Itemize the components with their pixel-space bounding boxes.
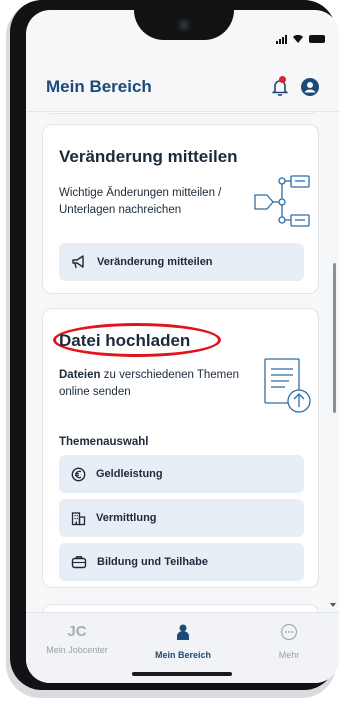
topic-button-vermittlung[interactable]: Vermittlung	[59, 499, 304, 537]
briefcase-icon	[71, 556, 87, 569]
button-label: Geldleistung	[96, 468, 163, 480]
topic-button-bildung-teilhabe[interactable]: Bildung und Teilhabe	[59, 543, 304, 581]
card-title: Veränderung mitteilen	[59, 147, 238, 166]
notification-dot	[279, 75, 286, 83]
previous-card	[42, 112, 319, 114]
euro-icon	[71, 467, 86, 481]
next-card	[42, 604, 319, 612]
card-change-notification: Veränderung mitteilen Wichtige Änderunge…	[42, 124, 319, 294]
button-label: Bildung und Teilhabe	[97, 556, 209, 568]
wifi-icon	[293, 34, 303, 43]
nav-item-mein-bereich[interactable]: Mein Bereich	[138, 623, 228, 660]
nav-label: Mehr	[278, 650, 300, 660]
device-frame: Mein Bereich Veränderung mitteilen Wicht…	[10, 0, 339, 690]
card-file-upload: Datei hochladen Dateien zu verschiedenen…	[42, 308, 319, 588]
nav-item-mein-jobcenter[interactable]: JC Mein Jobcenter	[32, 623, 122, 655]
notch	[134, 10, 234, 40]
topic-section-label: Themenauswahl	[59, 436, 149, 448]
main-content[interactable]: Veränderung mitteilen Wichtige Änderunge…	[26, 112, 339, 612]
topic-button-geldleistung[interactable]: Geldleistung	[59, 455, 304, 493]
jc-logo-icon: JC	[67, 623, 87, 640]
profile-icon[interactable]	[301, 77, 319, 96]
page-title: Mein Bereich	[46, 76, 152, 96]
notification-bell-icon[interactable]	[271, 75, 289, 96]
more-icon	[280, 623, 298, 641]
card-description: Dateien zu verschiedenen Themen online s…	[59, 369, 240, 398]
person-icon	[177, 624, 189, 640]
nav-label: Mein Bereich	[154, 650, 212, 660]
camera-icon	[177, 18, 191, 32]
signal-icon	[276, 34, 287, 44]
nav-item-mehr[interactable]: Mehr	[244, 623, 334, 660]
nav-label: Mein Jobcenter	[46, 645, 108, 655]
document-upload-illustration-icon	[264, 358, 311, 413]
app-header: Mein Bereich	[26, 62, 339, 112]
building-icon	[71, 511, 86, 525]
megaphone-icon	[72, 255, 84, 269]
button-label: Veränderung mitteilen	[97, 256, 213, 268]
change-notification-button[interactable]: Veränderung mitteilen	[59, 243, 304, 281]
screen: Mein Bereich Veränderung mitteilen Wicht…	[26, 10, 339, 683]
scrollbar-thumb[interactable]	[333, 263, 336, 413]
scroll-down-arrow-icon[interactable]	[330, 603, 336, 607]
card-description: Wichtige Änderungen mitteilen / Unterlag…	[59, 187, 222, 216]
button-label: Vermittlung	[96, 512, 157, 524]
flowchart-illustration-icon	[254, 175, 310, 227]
battery-icon	[309, 35, 325, 43]
home-indicator[interactable]	[132, 672, 232, 676]
status-bar	[276, 34, 325, 44]
card-title: Datei hochladen	[59, 331, 191, 350]
